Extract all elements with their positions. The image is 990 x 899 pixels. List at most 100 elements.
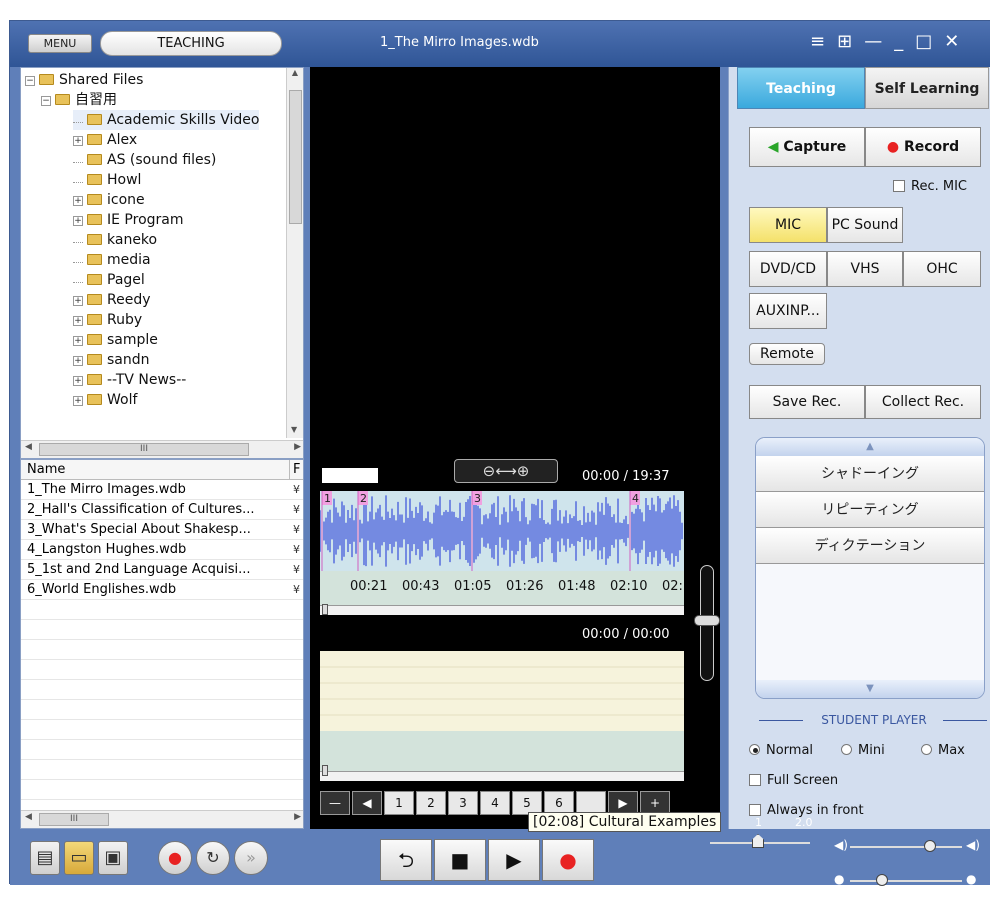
full-screen-checkbox[interactable]: Full Screen: [749, 773, 838, 788]
play-button[interactable]: ▶: [488, 839, 540, 881]
table-row[interactable]: 4_Langston Hughes.wdb ¥: [21, 540, 303, 560]
marker-page-button[interactable]: 1: [384, 791, 414, 815]
open-folder-icon[interactable]: ▭: [64, 841, 94, 875]
rec-mic-checkbox[interactable]: Rec. MIC: [893, 179, 967, 194]
record-button[interactable]: ● Record: [865, 127, 981, 167]
zoom-control[interactable]: ⊖⟷⊕: [454, 459, 558, 483]
save-icon[interactable]: ▣: [98, 841, 128, 875]
tree-hscroll-thumb[interactable]: III: [39, 443, 249, 456]
tree-scroll-thumb[interactable]: [289, 90, 302, 224]
collapse-icon[interactable]: −: [41, 96, 51, 106]
tree-vertical-scrollbar[interactable]: ▲ ▼: [286, 68, 303, 438]
table-row[interactable]: 6_World Englishes.wdb ¥: [21, 580, 303, 600]
tree-folder-item[interactable]: kaneko: [73, 230, 157, 250]
mode-selector[interactable]: TEACHING: [100, 31, 282, 56]
scroll-left-icon[interactable]: ◀: [25, 442, 32, 452]
size-mini-radio[interactable]: Mini: [841, 743, 885, 758]
collect-rec-button[interactable]: Collect Rec.: [865, 385, 981, 419]
table-row[interactable]: 5_1st and 2nd Language Acquisi... ¥: [21, 560, 303, 580]
scroll-right-icon[interactable]: ▶: [294, 812, 301, 822]
prev-page-button[interactable]: ◀: [352, 791, 382, 815]
tree-folder-item[interactable]: Academic Skills Video: [73, 110, 260, 130]
top-seek-knob[interactable]: [322, 604, 328, 615]
source-vhs-button[interactable]: VHS: [827, 251, 903, 287]
tree-folder-item[interactable]: + sample: [73, 330, 158, 350]
repeat-icon[interactable]: ↻: [196, 841, 230, 875]
maximize-icon[interactable]: □: [915, 31, 932, 52]
source-mic-button[interactable]: MIC: [749, 207, 827, 243]
column-name-header[interactable]: Name: [27, 462, 65, 477]
expand-icon[interactable]: +: [73, 376, 83, 386]
filelist-horizontal-scrollbar[interactable]: ◀ III ▶: [21, 810, 303, 828]
table-row[interactable]: 2_Hall's Classification of Cultures... ¥: [21, 500, 303, 520]
recording-track[interactable]: [320, 651, 684, 731]
tree-folder-item[interactable]: + icone: [73, 190, 145, 210]
bottom-seek-track[interactable]: [320, 771, 684, 781]
table-row[interactable]: 3_What's Special About Shakesp... ¥: [21, 520, 303, 540]
source-ohc-button[interactable]: OHC: [903, 251, 981, 287]
tree-folder-item[interactable]: + Wolf: [73, 390, 137, 410]
source-pc-sound-button[interactable]: PC Sound: [827, 207, 903, 243]
scroll-right-icon[interactable]: ▶: [294, 442, 301, 452]
minimize-icon[interactable]: _: [894, 31, 903, 52]
tab-teaching[interactable]: Teaching: [737, 67, 865, 109]
filelist-hscroll-thumb[interactable]: III: [39, 813, 109, 826]
source-auxinput-button[interactable]: AUXINP...: [749, 293, 827, 329]
marker-page-button[interactable]: 4: [480, 791, 510, 815]
grid-icon[interactable]: ⊞: [837, 31, 852, 52]
bottom-seek-knob[interactable]: [322, 765, 328, 776]
tree-folder-item[interactable]: + Ruby: [73, 310, 142, 330]
return-button[interactable]: ⮌: [380, 839, 432, 881]
expand-icon[interactable]: +: [73, 316, 83, 326]
size-normal-radio[interactable]: Normal: [749, 743, 813, 758]
top-seek-track[interactable]: [320, 605, 684, 615]
record-transport-button[interactable]: ●: [542, 839, 594, 881]
expand-icon[interactable]: +: [73, 296, 83, 306]
speed-knob[interactable]: [752, 834, 764, 848]
size-max-radio[interactable]: Max: [921, 743, 965, 758]
tree-folder-item[interactable]: Pagel: [73, 270, 145, 290]
expand-icon[interactable]: +: [73, 396, 83, 406]
mic-track[interactable]: [850, 880, 962, 882]
expand-icon[interactable]: +: [73, 336, 83, 346]
menu-button[interactable]: MENU: [28, 34, 92, 53]
tree-horizontal-scrollbar[interactable]: ◀ III ▶: [21, 440, 303, 458]
waveform[interactable]: 1 2 3 4: [319, 491, 684, 571]
mic-knob[interactable]: [876, 874, 888, 886]
balance-knob[interactable]: [694, 615, 720, 626]
expand-icon[interactable]: +: [73, 136, 83, 146]
expand-icon[interactable]: +: [73, 216, 83, 226]
practice-item-dictation[interactable]: ディクテーション: [756, 528, 984, 564]
record-mark-icon[interactable]: ●: [158, 841, 192, 875]
file-list[interactable]: Name F 1_The Mirro Images.wdb ¥2_Hall's C…: [20, 459, 304, 829]
expand-icon[interactable]: +: [73, 196, 83, 206]
practice-scroll-down[interactable]: ▼: [756, 680, 984, 698]
compact-icon[interactable]: —: [864, 31, 882, 52]
tab-self-learning[interactable]: Self Learning: [865, 67, 989, 109]
preview-bar[interactable]: [322, 468, 378, 483]
tree-folder-item[interactable]: + sandn: [73, 350, 150, 370]
tree-folder-item[interactable]: + Alex: [73, 130, 137, 150]
close-icon[interactable]: ✕: [944, 31, 959, 52]
tree-folder-item[interactable]: + --TV News--: [73, 370, 186, 390]
layout-icon[interactable]: ≡: [810, 31, 825, 52]
tree-root[interactable]: − Shared Files: [25, 70, 143, 90]
marker-page-button[interactable]: 2: [416, 791, 446, 815]
volume-knob[interactable]: [924, 840, 936, 852]
collapse-icon[interactable]: −: [25, 76, 35, 86]
column-f-header[interactable]: F: [289, 460, 303, 480]
tree-folder-item[interactable]: + IE Program: [73, 210, 184, 230]
skip-icon[interactable]: »: [234, 841, 268, 875]
folder-tree[interactable]: − Shared Files − 自習用 Academic Skills Video…: [20, 67, 304, 459]
source-dvd-button[interactable]: DVD/CD: [749, 251, 827, 287]
tree-folder-item[interactable]: media: [73, 250, 151, 270]
expand-icon[interactable]: +: [73, 356, 83, 366]
tree-folder-item[interactable]: Howl: [73, 170, 141, 190]
save-rec-button[interactable]: Save Rec.: [749, 385, 865, 419]
scroll-down-icon[interactable]: ▼: [291, 425, 297, 434]
tree-folder-item[interactable]: AS (sound files): [73, 150, 216, 170]
marker-page-button[interactable]: 3: [448, 791, 478, 815]
speed-control[interactable]: 1 2.0: [700, 816, 813, 854]
scroll-left-icon[interactable]: ◀: [25, 812, 32, 822]
practice-item-repeating[interactable]: リピーティング: [756, 492, 984, 528]
